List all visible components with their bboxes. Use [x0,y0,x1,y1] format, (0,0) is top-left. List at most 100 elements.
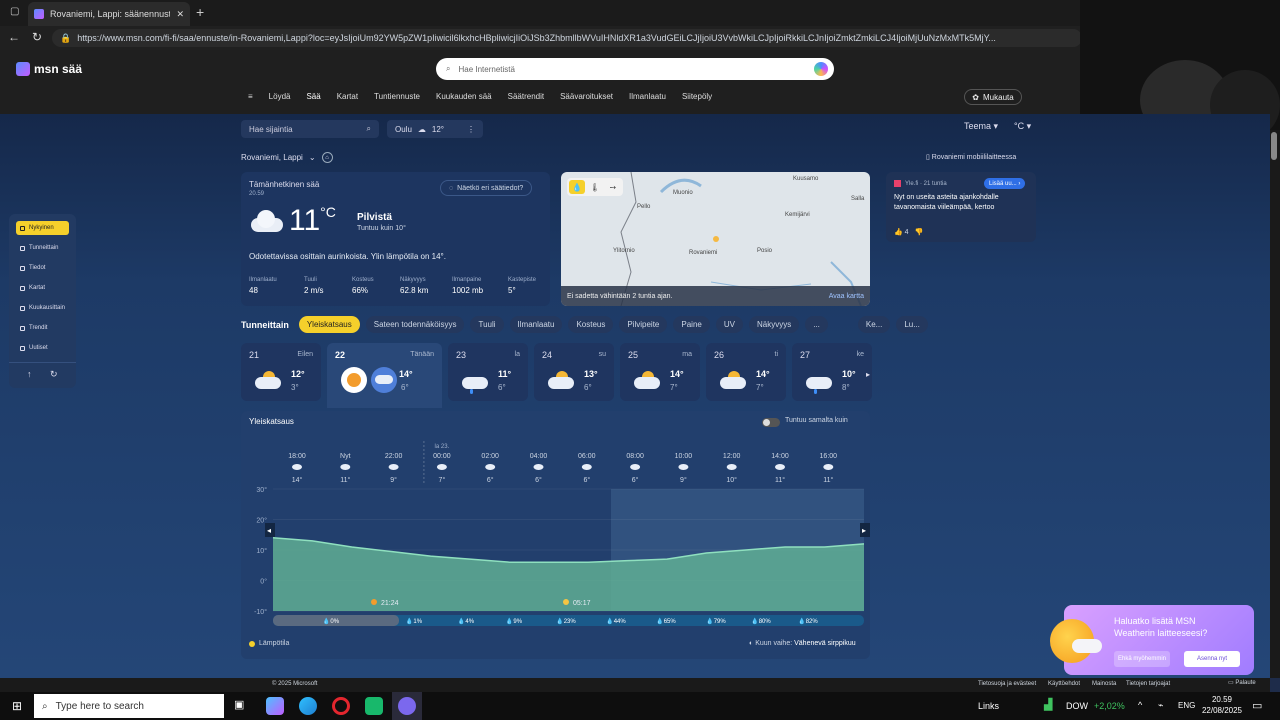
arrow-up-icon[interactable]: ↑ [27,369,32,379]
notification-icon[interactable]: ▭ [1252,699,1262,712]
sidebar-item-nykyinen[interactable]: Nykyinen [16,221,69,235]
feels-like-toggle[interactable] [762,418,780,427]
tab-6[interactable]: Pilvipeite [619,316,668,333]
tab-8[interactable]: UV [715,316,743,333]
customize-button[interactable]: ✿ Mukauta [964,89,1022,105]
nav-item[interactable]: Ilmanlaatu [629,92,666,101]
sidebar-item-kuukausittain[interactable]: Kuukausittain [16,301,69,315]
new-tab-icon[interactable]: + [196,4,204,20]
nav-item[interactable]: Kartat [337,92,358,101]
tab-7[interactable]: Paine [673,316,710,333]
nav-item[interactable]: Kuukauden sää [436,92,492,101]
tab-3[interactable]: Tuuli [470,316,504,333]
day-card[interactable]: 23 la 11° 6° [448,343,528,401]
theme-dropdown[interactable]: Teema ▾ [964,121,998,132]
tab-2[interactable]: Sateen todennäköisyys [365,316,465,333]
radar-map[interactable]: 💧 🌡 ➙ Pello Muonio Kemijärvi Salla Ylitornio… [561,172,870,306]
task-view-icon[interactable]: ▣ [234,698,244,711]
day-card[interactable]: 21 Eilen 12° 3° [241,343,321,401]
wind-icon[interactable]: ➙ [605,180,621,194]
day-card[interactable]: 24 su 13° 6° [534,343,614,401]
copilot-icon[interactable] [814,62,828,76]
feedback-link[interactable]: ▭ Palaute [1228,679,1256,686]
close-tab-icon[interactable]: ✕ [176,9,184,20]
refresh-icon[interactable]: ↻ [50,369,58,380]
taskbar-search-input[interactable]: ⌕ Type here to search [34,694,224,718]
sidebar-item-trendit[interactable]: Trendit [16,321,69,335]
sidebar-item-uutiset[interactable]: Uutiset [16,341,69,355]
tab-4[interactable]: Ilmanlaatu [509,316,563,333]
drop-icon[interactable]: 💧 [569,180,585,194]
tab-10[interactable]: ... [805,316,828,333]
dislike-icon[interactable]: 👎 [915,228,924,236]
more-icon[interactable]: ⋮ [467,125,475,134]
tab-11[interactable]: Ke... [857,316,891,333]
sidebar-item-kartat[interactable]: Kartat [16,281,69,295]
footer-link[interactable]: Käyttöehdot [1048,681,1080,687]
app-icon[interactable] [365,697,383,715]
unit-dropdown[interactable]: °C ▾ [1014,121,1031,132]
day-card[interactable]: 25 ma 14° 7° [620,343,700,401]
install-button[interactable]: Asenna nyt [1184,651,1240,667]
sidebar-item-tiedot[interactable]: Tiedot [16,261,69,275]
day-card[interactable]: 27 ke 10° 8° [792,343,872,401]
opera-icon[interactable] [332,697,350,715]
feedback-button[interactable]: ◌ Näetkö eri säätiedot? [440,180,533,196]
browser-tab[interactable]: Rovaniemi, Lappi: säänennuste | M ✕ [28,2,190,26]
nav-item[interactable]: Säätrendit [508,92,544,101]
cloud-icon: ☁ [417,124,426,134]
partly-sunny-icon [341,367,397,393]
chevron-up-icon[interactable]: ^ [1138,700,1142,710]
news-headline[interactable]: Nyt on useita asteita ajankohdalle tavan… [894,193,1028,213]
menu-icon[interactable]: ≡ [248,92,253,101]
language-indicator[interactable]: ENG [1178,701,1195,710]
clock-time[interactable]: 20.59 [1202,695,1242,704]
tab-actions-icon[interactable]: ▢ [10,6,19,17]
scrollbar[interactable] [1270,130,1280,678]
back-icon[interactable]: ← [8,30,20,44]
network-icon[interactable]: ⌁ [1158,700,1163,711]
footer-link[interactable]: Tietojen tarjoajat [1126,681,1170,687]
like-icon[interactable]: 👍 4 [894,228,909,236]
edge-icon[interactable] [299,697,317,715]
footer-link[interactable]: Mainosta [1092,681,1116,687]
sidebar-item-tunneittain[interactable]: Tunneittain [16,241,69,255]
windows-start-icon[interactable]: ⊞ [12,699,22,713]
nav-item[interactable]: Sää [306,92,320,101]
clock-date[interactable]: 22/08/2025 [1200,706,1244,715]
chevron-down-icon: ⌄ [308,153,316,162]
footer-link[interactable]: Tietosuoja ja evästeet [978,681,1036,687]
mobile-link[interactable]: ▯ Rovaniemi mobiililaitteessa [926,153,1016,161]
day-card[interactable]: 22 Tänään 14° 6° [327,343,442,408]
tab-1[interactable]: Yleiskatsaus [298,316,360,333]
open-map-link[interactable]: Avaa kartta [829,293,864,300]
nav-item[interactable]: Säävaroitukset [560,92,613,101]
discord-icon[interactable] [398,697,416,715]
news-card[interactable]: Yle.fi · 21 tuntia Lisää uu... › Nyt on … [886,172,1036,242]
hour-temp: 11° [775,476,785,484]
nav-item[interactable]: Siitepöly [682,92,712,101]
web-search-input[interactable]: ⌕ Hae Internetistä [436,58,834,80]
links-toolbar[interactable]: Links [978,701,999,711]
saved-location-chip[interactable]: Oulu ☁ 12° ⋮ [387,120,483,138]
nav-item[interactable]: Tuntiennuste [374,92,420,101]
tab-5[interactable]: Kosteus [568,316,614,333]
thermometer-icon[interactable]: 🌡 [587,180,603,194]
more-news-button[interactable]: Lisää uu... › [984,178,1026,189]
ticker-name[interactable]: DOW [1066,701,1088,711]
map-layer-switcher[interactable]: 💧 🌡 ➙ [567,178,623,196]
home-icon[interactable]: ⌂ [321,152,333,163]
copilot-app-icon[interactable] [266,697,284,715]
later-button[interactable]: Ehkä myöhemmin [1114,651,1171,667]
tab-9[interactable]: Näkyvyys [748,316,800,333]
msn-logo[interactable]: msn sää [16,62,82,76]
next-days-icon[interactable]: ▸ [866,370,870,379]
day-card[interactable]: 26 ti 14° 7° [706,343,786,401]
refresh-icon[interactable]: ↻ [32,30,42,44]
scrollbar-thumb[interactable] [1271,132,1277,160]
location-selector[interactable]: Rovaniemi, Lappi ⌄ ⌂ [241,152,333,163]
location-search-input[interactable]: Hae sijaintia ⌕ [241,120,379,138]
nav-item[interactable]: Löydä [269,92,291,101]
address-bar[interactable]: 🔒 https://www.msn.com/fi-fi/saa/ennuste/… [52,29,1082,47]
tab-12[interactable]: Lu... [896,316,928,333]
